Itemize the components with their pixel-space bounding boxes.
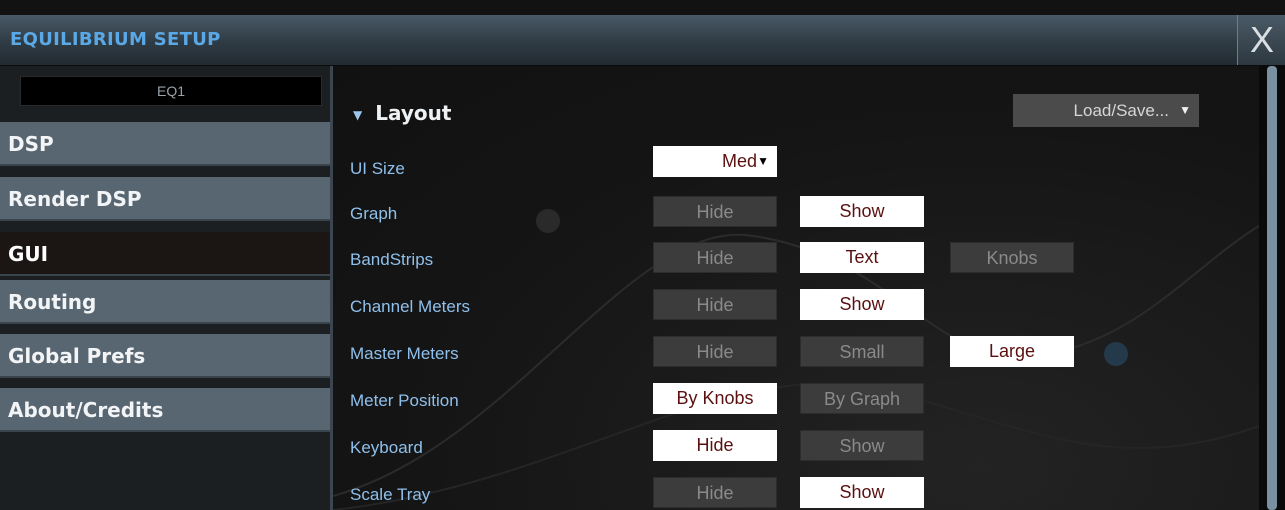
collapse-triangle-icon: ▼ bbox=[353, 107, 363, 122]
meter-position-label: Meter Position bbox=[350, 391, 459, 410]
graph-label: Graph bbox=[350, 204, 398, 223]
sidebar-item-gui[interactable]: GUI bbox=[0, 232, 330, 276]
master-meters-small-button[interactable]: Small bbox=[800, 336, 924, 367]
close-button[interactable]: X bbox=[1237, 15, 1285, 65]
bandstrips-text-button[interactable]: Text bbox=[800, 242, 924, 273]
scrollbar[interactable] bbox=[1259, 66, 1285, 510]
load-save-label: Load/Save... bbox=[1073, 101, 1169, 120]
keyboard-label: Keyboard bbox=[350, 438, 423, 457]
sidebar-item-dsp[interactable]: DSP bbox=[0, 122, 330, 166]
meter-position-by-graph-button[interactable]: By Graph bbox=[800, 383, 924, 414]
channel-meters-show-button[interactable]: Show bbox=[800, 289, 924, 320]
keyboard-hide-button[interactable]: Hide bbox=[653, 430, 777, 461]
bandstrips-label: BandStrips bbox=[350, 250, 434, 269]
settings-panel: ▼ Layout Load/Save... ▼ UI Size Med ▼ Gr… bbox=[333, 66, 1259, 510]
sidebar: EQ1 DSP Render DSP GUI Routing Global Pr… bbox=[0, 66, 332, 510]
section-layout-header[interactable]: ▼ Layout bbox=[353, 101, 451, 125]
scale-tray-label: Scale Tray bbox=[350, 485, 431, 504]
scale-tray-show-button[interactable]: Show bbox=[800, 477, 924, 508]
master-meters-label: Master Meters bbox=[350, 344, 459, 363]
bandstrips-knobs-button[interactable]: Knobs bbox=[950, 242, 1074, 273]
background-eq-curve bbox=[333, 209, 1259, 510]
channel-meters-hide-button[interactable]: Hide bbox=[653, 289, 777, 320]
scale-tray-hide-button[interactable]: Hide bbox=[653, 477, 777, 508]
meter-position-by-knobs-button[interactable]: By Knobs bbox=[653, 383, 777, 414]
graph-hide-button[interactable]: Hide bbox=[653, 196, 777, 227]
sidebar-item-routing[interactable]: Routing bbox=[0, 280, 330, 324]
ui-size-value: Med bbox=[721, 151, 757, 171]
sidebar-item-render-dsp[interactable]: Render DSP bbox=[0, 177, 330, 221]
graph-show-button[interactable]: Show bbox=[800, 196, 924, 227]
bandstrips-hide-button[interactable]: Hide bbox=[653, 242, 777, 273]
title-bar: EQUILIBRIUM SETUP X bbox=[0, 15, 1285, 66]
master-meters-large-button[interactable]: Large bbox=[950, 336, 1074, 367]
channel-meters-label: Channel Meters bbox=[350, 297, 471, 316]
sidebar-item-about-credits[interactable]: About/Credits bbox=[0, 388, 330, 432]
load-save-dropdown[interactable]: Load/Save... ▼ bbox=[1013, 94, 1199, 127]
dropdown-arrow-icon: ▼ bbox=[757, 154, 769, 168]
ui-size-dropdown[interactable]: Med ▼ bbox=[653, 146, 777, 177]
dropdown-arrow-icon: ▼ bbox=[1179, 103, 1191, 117]
setup-window: EQUILIBRIUM SETUP X EQ1 DSP Render DSP G… bbox=[0, 0, 1285, 510]
keyboard-show-button[interactable]: Show bbox=[800, 430, 924, 461]
preset-name-field[interactable]: EQ1 bbox=[20, 76, 322, 106]
master-meters-hide-button[interactable]: Hide bbox=[653, 336, 777, 367]
scrollbar-thumb[interactable] bbox=[1267, 66, 1277, 510]
sidebar-item-global-prefs[interactable]: Global Prefs bbox=[0, 334, 330, 378]
window-title: EQUILIBRIUM SETUP bbox=[10, 29, 221, 50]
section-title: Layout bbox=[375, 101, 452, 125]
ui-size-label: UI Size bbox=[350, 159, 405, 178]
